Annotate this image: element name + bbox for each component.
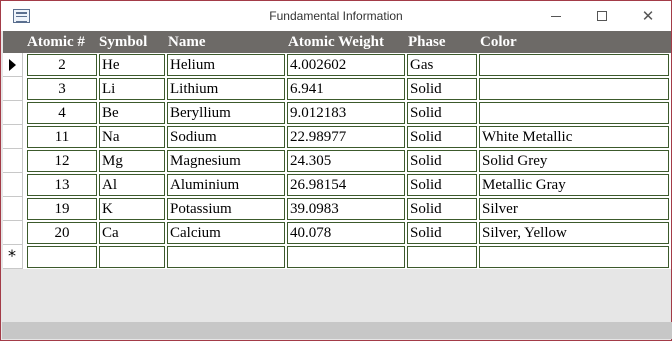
table-row: 19 K Potassium 39.0983 Solid Silver <box>23 197 671 221</box>
table-cell[interactable]: White Metallic <box>479 126 669 148</box>
table-cell[interactable]: Solid <box>407 150 477 172</box>
table-cell[interactable]: He <box>99 54 165 76</box>
table-cell[interactable]: 6.941 <box>287 78 405 100</box>
datasheet-grid: Atomic # Symbol Name Atomic Weight Phase… <box>3 31 671 321</box>
table-row: 11 Na Sodium 22.98977 Solid White Metallic <box>23 125 671 149</box>
table-cell[interactable]: Metallic Gray <box>479 174 669 196</box>
maximize-icon <box>597 11 607 21</box>
table-cell[interactable] <box>479 246 669 268</box>
table-cell[interactable]: Beryllium <box>167 102 285 124</box>
table-cell[interactable]: Solid <box>407 174 477 196</box>
minimize-icon <box>551 15 561 17</box>
record-selector[interactable] <box>3 221 23 245</box>
table-cell[interactable]: Silver <box>479 198 669 220</box>
table-cell[interactable] <box>27 246 97 268</box>
record-selector-new[interactable]: * <box>3 245 23 269</box>
close-button[interactable]: ✕ <box>625 1 671 31</box>
table-cell[interactable]: Solid <box>407 78 477 100</box>
table-cell[interactable]: 19 <box>27 198 97 220</box>
table-cell[interactable]: 12 <box>27 150 97 172</box>
table-cell[interactable]: Solid <box>407 198 477 220</box>
table-cell[interactable] <box>479 78 669 100</box>
horizontal-scrollbar[interactable] <box>2 322 672 339</box>
table-cell[interactable]: Ca <box>99 222 165 244</box>
table-cell[interactable] <box>407 246 477 268</box>
table-cell[interactable] <box>479 54 669 76</box>
table-cell[interactable]: 4.002602 <box>287 54 405 76</box>
table-cell[interactable]: 2 <box>27 54 97 76</box>
record-selector[interactable] <box>3 77 23 101</box>
table-cell[interactable]: Sodium <box>167 126 285 148</box>
table-cell[interactable]: Solid <box>407 222 477 244</box>
table-cell[interactable]: Be <box>99 102 165 124</box>
new-record-row <box>23 245 671 269</box>
table-row: 3 Li Lithium 6.941 Solid <box>23 77 671 101</box>
record-selector-current[interactable] <box>3 53 23 77</box>
minimize-button[interactable] <box>533 1 579 31</box>
table-cell[interactable]: 3 <box>27 78 97 100</box>
table-cell[interactable]: Magnesium <box>167 150 285 172</box>
record-selector[interactable] <box>3 197 23 221</box>
table-cell[interactable]: 24.305 <box>287 150 405 172</box>
close-icon: ✕ <box>641 6 655 25</box>
column-header-name[interactable]: Name <box>168 31 206 53</box>
table-cell[interactable]: 39.0983 <box>287 198 405 220</box>
record-selector[interactable] <box>3 101 23 125</box>
table-row: 13 Al Aluminium 26.98154 Solid Metallic Gray <box>23 173 671 197</box>
table-cell[interactable]: 26.98154 <box>287 174 405 196</box>
table-cell[interactable] <box>99 246 165 268</box>
column-header-phase[interactable]: Phase <box>408 31 446 53</box>
column-header-atomic-weight[interactable]: Atomic Weight <box>288 31 384 53</box>
column-header-atomic-number[interactable]: Atomic # <box>27 31 85 53</box>
record-selector[interactable] <box>3 173 23 197</box>
table-cell[interactable]: Lithium <box>167 78 285 100</box>
table-cell[interactable]: 11 <box>27 126 97 148</box>
table-row: 2 He Helium 4.002602 Gas <box>23 53 671 77</box>
table-cell[interactable]: 4 <box>27 102 97 124</box>
column-header-row: Atomic # Symbol Name Atomic Weight Phase… <box>3 31 671 53</box>
table-cell[interactable]: Li <box>99 78 165 100</box>
table-row: 12 Mg Magnesium 24.305 Solid Solid Grey <box>23 149 671 173</box>
column-header-color[interactable]: Color <box>480 31 517 53</box>
table-cell[interactable]: 40.078 <box>287 222 405 244</box>
table-cell[interactable]: Helium <box>167 54 285 76</box>
table-cell[interactable]: Solid Grey <box>479 150 669 172</box>
table-cell[interactable]: 22.98977 <box>287 126 405 148</box>
table-cell[interactable]: Aluminium <box>167 174 285 196</box>
table-cell[interactable] <box>479 102 669 124</box>
table-cell[interactable]: Solid <box>407 126 477 148</box>
table-cell[interactable]: Silver, Yellow <box>479 222 669 244</box>
table-cell[interactable]: K <box>99 198 165 220</box>
table-cell[interactable] <box>167 246 285 268</box>
table-row: 20 Ca Calcium 40.078 Solid Silver, Yellow <box>23 221 671 245</box>
table-cell[interactable]: Gas <box>407 54 477 76</box>
table-cell[interactable]: Calcium <box>167 222 285 244</box>
record-selector[interactable] <box>3 149 23 173</box>
table-cell[interactable]: Solid <box>407 102 477 124</box>
table-cell[interactable]: 13 <box>27 174 97 196</box>
table-cell[interactable]: Al <box>99 174 165 196</box>
table-cell[interactable]: Na <box>99 126 165 148</box>
title-bar[interactable]: Fundamental Information ✕ <box>1 1 671 31</box>
record-selector[interactable] <box>3 125 23 149</box>
column-header-symbol[interactable]: Symbol <box>99 31 147 53</box>
new-record-icon: * <box>8 246 16 265</box>
table-cell[interactable]: 9.012183 <box>287 102 405 124</box>
app-window: Fundamental Information ✕ Atomic # Symbo… <box>0 0 672 341</box>
table-row: 4 Be Beryllium 9.012183 Solid <box>23 101 671 125</box>
table-cell[interactable] <box>287 246 405 268</box>
table-cell[interactable]: Mg <box>99 150 165 172</box>
maximize-button[interactable] <box>579 1 625 31</box>
table-cell[interactable]: Potassium <box>167 198 285 220</box>
table-cell[interactable]: 20 <box>27 222 97 244</box>
current-record-arrow-icon <box>9 59 16 71</box>
